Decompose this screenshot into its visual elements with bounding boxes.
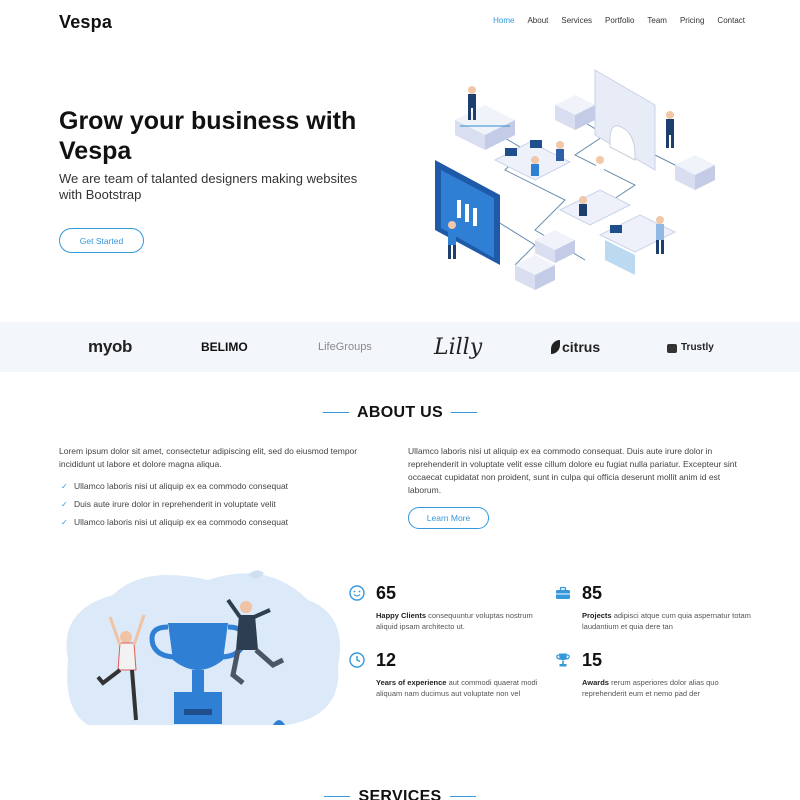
clients-strip: myob BELIMO LifeGroups Lilly citrus Trus… bbox=[0, 322, 800, 372]
client-logo-belimo-text: BELIMO bbox=[201, 340, 248, 354]
client-logo-myob[interactable]: myob bbox=[88, 322, 132, 372]
list-item-text: Ullamco laboris nisi ut aliquip ex ea co… bbox=[74, 481, 289, 491]
about-title-text: ABOUT US bbox=[357, 404, 443, 421]
count-number: 85 bbox=[582, 583, 603, 603]
hero-illustration bbox=[435, 69, 715, 290]
nav-item-services[interactable]: Services bbox=[561, 16, 592, 25]
nav-item-portfolio[interactable]: Portfolio bbox=[605, 16, 634, 25]
nav-item-pricing[interactable]: Pricing bbox=[680, 16, 704, 25]
services-title-text: SERVICES bbox=[358, 788, 442, 800]
get-started-button[interactable]: Get Started bbox=[59, 228, 144, 253]
check-icon: ✓ bbox=[61, 500, 68, 509]
client-logo-citrus-text: citrus bbox=[562, 339, 601, 355]
count-number: 12 bbox=[376, 650, 397, 670]
header-nav: Vespa Home About Services Portfolio Team… bbox=[0, 0, 800, 44]
title-line-right bbox=[449, 796, 476, 798]
title-line-left bbox=[323, 412, 350, 414]
count-description: Years of experience aut commodi quaerat … bbox=[376, 677, 546, 699]
count-description: Awards rerum asperiores dolor alias quo … bbox=[582, 677, 752, 699]
list-item-text: Duis aute irure dolor in reprehenderit i… bbox=[74, 499, 276, 509]
client-logo-belimo[interactable]: BELIMO bbox=[201, 322, 248, 372]
list-item: ✓ Ullamco laboris nisi ut aliquip ex ea c… bbox=[59, 480, 389, 493]
learn-more-button[interactable]: Learn More bbox=[408, 507, 489, 529]
services-section-title: SERVICES bbox=[0, 788, 800, 800]
about-right-column: Ullamco laboris nisi ut aliquip ex ea co… bbox=[408, 445, 748, 497]
title-line-left bbox=[324, 796, 351, 798]
about-list: ✓ Ullamco laboris nisi ut aliquip ex ea c… bbox=[59, 480, 389, 529]
citrus-leaf-icon bbox=[551, 340, 560, 354]
client-logo-trustly[interactable]: Trustly bbox=[667, 322, 714, 372]
nav-item-about[interactable]: About bbox=[527, 16, 548, 25]
title-line-right bbox=[450, 412, 477, 414]
hero-title: Grow your business with Vespa bbox=[59, 107, 357, 165]
nav-item-team[interactable]: Team bbox=[647, 16, 667, 25]
client-logo-citrus[interactable]: citrus bbox=[551, 322, 600, 372]
count-label: Awards bbox=[582, 678, 609, 687]
list-item: ✓ Ullamco laboris nisi ut aliquip ex ea c… bbox=[59, 516, 389, 529]
count-description: Projects adipisci atque cum quia asperna… bbox=[582, 610, 752, 632]
client-logo-trustly-text: Trustly bbox=[681, 341, 714, 353]
count-number: 15 bbox=[582, 650, 603, 670]
count-number: 65 bbox=[376, 583, 397, 603]
nav-item-home[interactable]: Home bbox=[493, 16, 514, 25]
count-description: Happy Clients consequuntur voluptas nost… bbox=[376, 610, 546, 632]
about-section-title: ABOUT US bbox=[0, 404, 800, 422]
about-left-column: Lorem ipsum dolor sit amet, consectetur … bbox=[59, 445, 389, 534]
lock-icon bbox=[667, 343, 677, 353]
smile-icon bbox=[349, 585, 365, 601]
about-intro-text: Lorem ipsum dolor sit amet, consectetur … bbox=[59, 446, 358, 469]
nav-item-contact[interactable]: Contact bbox=[717, 16, 745, 25]
briefcase-icon bbox=[555, 585, 571, 601]
count-label: Projects bbox=[582, 611, 612, 620]
check-icon: ✓ bbox=[61, 482, 68, 491]
about-detail-text: Ullamco laboris nisi ut aliquip ex ea co… bbox=[408, 446, 737, 495]
hero-subtitle: We are team of talanted designers making… bbox=[59, 171, 358, 202]
nav-menu: Home About Services Portfolio Team Prici… bbox=[480, 16, 745, 25]
clock-icon bbox=[349, 652, 365, 668]
list-item: ✓ Duis aute irure dolor in reprehenderit … bbox=[59, 498, 389, 511]
count-label: Years of experience bbox=[376, 678, 447, 687]
check-icon: ✓ bbox=[61, 518, 68, 527]
count-label: Happy Clients bbox=[376, 611, 427, 620]
celebration-illustration bbox=[66, 570, 340, 725]
list-item-text: Ullamco laboris nisi ut aliquip ex ea co… bbox=[74, 517, 289, 527]
client-logo-lilly[interactable]: Lilly bbox=[434, 322, 482, 372]
site-logo[interactable]: Vespa bbox=[59, 12, 112, 33]
trophy-icon bbox=[555, 652, 571, 668]
client-logo-lifegroups[interactable]: LifeGroups bbox=[318, 322, 372, 372]
